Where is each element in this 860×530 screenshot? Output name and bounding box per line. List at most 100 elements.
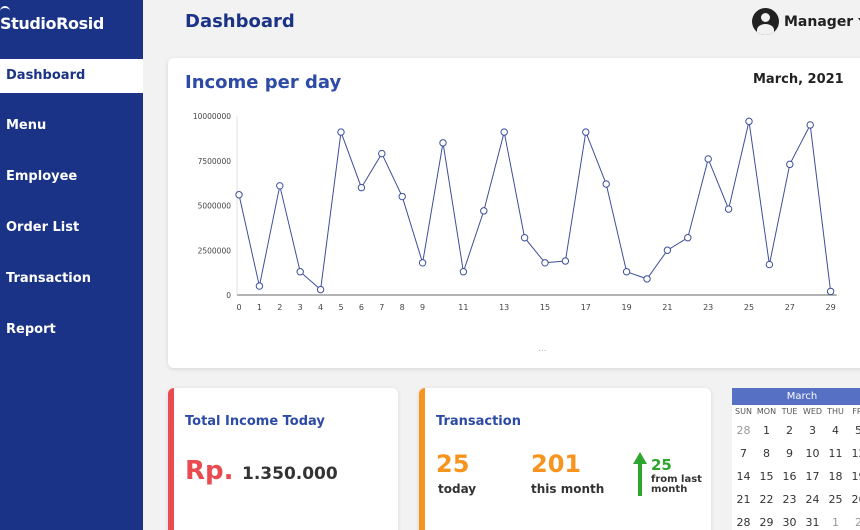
x-tick-label: 5 xyxy=(338,303,343,312)
calendar-weekday: WED xyxy=(802,407,823,416)
data-point xyxy=(296,268,304,276)
x-tick-label: 21 xyxy=(662,303,672,312)
income-accent-stripe xyxy=(168,388,174,530)
data-point xyxy=(459,268,468,276)
calendar-day[interactable]: 2 xyxy=(847,511,860,530)
transaction-title: Transaction xyxy=(436,414,521,429)
calendar-day[interactable]: 31 xyxy=(801,511,824,530)
x-tick-label: 9 xyxy=(420,303,425,312)
sidebar-item-transaction[interactable]: Transaction xyxy=(0,262,143,296)
calendar-day[interactable]: 21 xyxy=(732,488,755,511)
currency-label: Rp. xyxy=(185,456,234,486)
calendar-day[interactable]: 16 xyxy=(778,465,801,488)
sidebar-item-menu[interactable]: Menu xyxy=(0,109,143,143)
income-series-line xyxy=(238,121,832,292)
calendar-day[interactable]: 12 xyxy=(847,442,860,465)
calendar-day[interactable]: 25 xyxy=(824,488,847,511)
x-tick-label: 13 xyxy=(499,303,509,312)
x-tick-label: 4 xyxy=(318,303,323,312)
calendar-day[interactable]: 9 xyxy=(778,442,801,465)
y-tick-label: 5000000 xyxy=(198,202,232,211)
data-point xyxy=(745,117,753,126)
logo-mark-icon xyxy=(0,6,10,14)
x-tick-label: 17 xyxy=(581,303,591,312)
data-point xyxy=(724,205,733,213)
delta-label: from last month xyxy=(651,474,702,495)
calendar-weekday: MON xyxy=(756,407,777,416)
data-point xyxy=(622,268,631,276)
data-point xyxy=(704,155,712,163)
sidebar-item-order-list[interactable]: Order List xyxy=(0,211,143,245)
calendar-day[interactable]: 8 xyxy=(755,442,778,465)
data-point xyxy=(418,259,427,267)
total-income-card: Total Income Today Rp. 1.350.000 xyxy=(168,388,398,530)
calendar-day[interactable]: 18 xyxy=(824,465,847,488)
calendar-day[interactable]: 14 xyxy=(732,465,755,488)
month-count: 201 xyxy=(531,450,582,478)
data-point xyxy=(806,121,814,129)
user-menu[interactable]: Manager xyxy=(752,8,860,35)
month-label: this month xyxy=(531,482,605,496)
data-point xyxy=(480,207,488,215)
data-point xyxy=(602,180,610,188)
sidebar-item-report[interactable]: Report xyxy=(0,313,143,347)
x-tick-label: 2 xyxy=(277,303,282,312)
x-tick-label: 29 xyxy=(826,303,836,312)
y-tick-label: 7500000 xyxy=(198,157,232,166)
data-point xyxy=(316,285,325,294)
calendar-weekday: THU xyxy=(827,407,844,416)
calendar-day[interactable]: 29 xyxy=(755,511,778,530)
today-count: 25 xyxy=(436,450,470,478)
calendar-day[interactable]: 24 xyxy=(801,488,824,511)
sidebar-item-dashboard[interactable]: Dashboard xyxy=(0,59,143,93)
calendar-day[interactable]: 28 xyxy=(732,511,755,530)
calendar-weekday: TUE xyxy=(781,407,798,416)
sidebar-item-employee[interactable]: Employee xyxy=(0,160,143,194)
calendar-day[interactable]: 3 xyxy=(801,419,824,442)
x-tick-label: 27 xyxy=(785,303,795,312)
x-tick-label: 6 xyxy=(359,303,364,312)
calendar-day[interactable]: 15 xyxy=(755,465,778,488)
calendar-grid: SUNMONTUEWEDTHUFRI2812345789101112141516… xyxy=(732,405,860,530)
brand-logo[interactable]: StudioRosid xyxy=(0,14,104,33)
calendar-weekday: SUN xyxy=(735,407,752,416)
calendar-day[interactable]: 30 xyxy=(778,511,801,530)
data-point xyxy=(765,260,774,269)
user-avatar-icon xyxy=(752,8,779,35)
x-tick-label: 3 xyxy=(298,303,303,312)
data-point xyxy=(500,128,508,136)
sidebar: StudioRosid Dashboard Menu Employee Orde… xyxy=(0,0,143,530)
x-tick-label: 19 xyxy=(622,303,632,312)
calendar-day[interactable]: 28 xyxy=(732,419,755,442)
data-point xyxy=(520,234,529,242)
calendar-day[interactable]: 4 xyxy=(824,419,847,442)
data-point xyxy=(357,183,366,192)
x-tick-label: 25 xyxy=(744,303,754,312)
calendar-weekday: FRI xyxy=(852,407,860,416)
more-indicator: ... xyxy=(538,344,547,354)
y-tick-label: 0 xyxy=(226,291,231,300)
transaction-card: Transaction 25 today 201 this month 25 f… xyxy=(419,388,711,530)
calendar-day[interactable]: 11 xyxy=(824,442,847,465)
page-title: Dashboard xyxy=(185,11,295,32)
calendar-day[interactable]: 1 xyxy=(755,419,778,442)
calendar-day[interactable]: 10 xyxy=(801,442,824,465)
arrow-up-icon xyxy=(633,452,647,496)
delta-count: 25 xyxy=(651,456,672,474)
calendar-day[interactable]: 7 xyxy=(732,442,755,465)
data-point xyxy=(561,257,570,265)
calendar-day[interactable]: 22 xyxy=(755,488,778,511)
data-point xyxy=(684,234,692,242)
calendar-day[interactable]: 5 xyxy=(847,419,860,442)
calendar-day[interactable]: 1 xyxy=(824,511,847,530)
calendar-day[interactable]: 26 xyxy=(847,488,860,511)
y-tick-label: 2500000 xyxy=(198,246,232,255)
calendar-day[interactable]: 19 xyxy=(847,465,860,488)
data-point xyxy=(643,275,651,283)
calendar-day[interactable]: 2 xyxy=(778,419,801,442)
calendar-month[interactable]: March xyxy=(732,388,860,405)
data-point xyxy=(582,128,590,136)
calendar-day[interactable]: 17 xyxy=(801,465,824,488)
income-title: Total Income Today xyxy=(185,414,325,429)
calendar-day[interactable]: 23 xyxy=(778,488,801,511)
